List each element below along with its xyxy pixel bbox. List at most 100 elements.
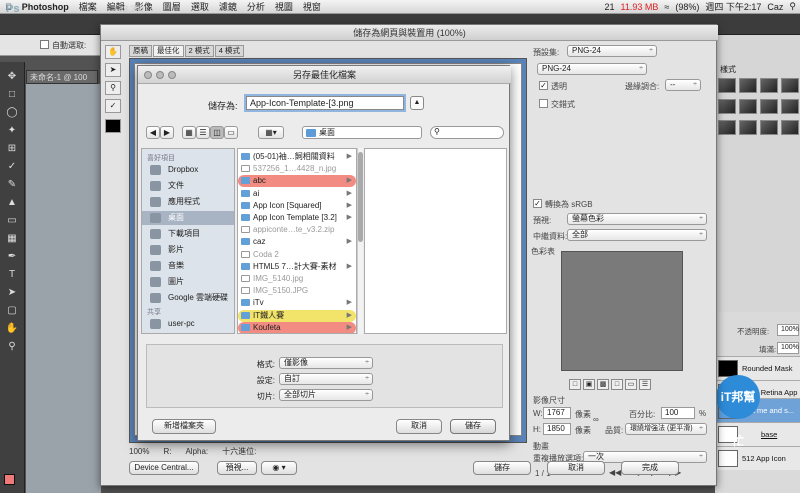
- quality-select[interactable]: 環繞增強法 (更平滑): [625, 423, 707, 435]
- frame-first-icon[interactable]: ◀◀: [609, 468, 621, 477]
- move-tool-icon[interactable]: ✥: [4, 70, 20, 84]
- eraser-tool-icon[interactable]: ▭: [4, 214, 20, 228]
- user-name[interactable]: Caz: [767, 2, 783, 12]
- preview-button[interactable]: 預視...: [217, 461, 257, 475]
- sidebar-item-google-drive[interactable]: Google 雲端硬碟: [142, 291, 234, 305]
- file-row[interactable]: Coda 2: [238, 249, 356, 261]
- save-button[interactable]: 儲存: [450, 419, 496, 434]
- file-row[interactable]: IT鐵人賽 ▶: [238, 309, 356, 322]
- style-swatch[interactable]: [718, 99, 736, 114]
- menu-view[interactable]: 視圖: [270, 0, 298, 13]
- auto-select-checkbox[interactable]: [40, 40, 49, 49]
- icon-view-icon[interactable]: ▦: [182, 126, 196, 139]
- format-select[interactable]: 僅影像: [279, 357, 373, 369]
- search-input[interactable]: ⚲: [430, 126, 504, 139]
- fill-input[interactable]: 100%: [777, 342, 799, 354]
- menu-icon[interactable]: ☰: [639, 379, 651, 390]
- file-row[interactable]: ai ▶: [238, 188, 356, 200]
- foreground-color-swatch[interactable]: [4, 474, 15, 485]
- marquee-tool-icon[interactable]: □: [4, 88, 20, 102]
- styles-panel-title[interactable]: 樣式: [720, 64, 736, 75]
- new-folder-button[interactable]: 新增檔案夾: [152, 419, 216, 434]
- tab-2up[interactable]: 2 模式: [184, 45, 214, 57]
- sfw-cancel-button[interactable]: 取消: [547, 461, 605, 475]
- layer-row[interactable]: 512 App Icon: [715, 446, 800, 470]
- brush-tool-icon[interactable]: ✎: [4, 178, 20, 192]
- menu-filter[interactable]: 濾鏡: [214, 0, 242, 13]
- gradient-tool-icon[interactable]: ▦: [4, 232, 20, 246]
- percent-input[interactable]: 100: [661, 407, 695, 419]
- tab-original[interactable]: 原稿: [129, 45, 152, 57]
- clock[interactable]: 週四 下午2:17: [705, 0, 761, 13]
- layer-row[interactable]: base: [715, 422, 800, 446]
- file-row[interactable]: 537256_1…4428_n.jpg: [238, 163, 356, 175]
- sidebar-item-user-pc[interactable]: user-pc: [142, 317, 234, 331]
- sidebar-item-applications[interactable]: 應用程式: [142, 195, 234, 209]
- device-central-button[interactable]: Device Central...: [129, 461, 199, 475]
- file-row[interactable]: Koufeta ▶: [238, 321, 356, 333]
- pen-tool-icon[interactable]: ✒: [4, 250, 20, 264]
- close-window-icon[interactable]: [144, 71, 152, 79]
- crop-tool-icon[interactable]: ⊞: [4, 142, 20, 156]
- coverflow-view-icon[interactable]: ▭: [224, 126, 238, 139]
- menu-window[interactable]: 視窗: [298, 0, 326, 13]
- map-color-icon[interactable]: □: [569, 379, 581, 390]
- style-swatch[interactable]: [718, 78, 736, 93]
- metadata-select[interactable]: 全部: [567, 229, 707, 241]
- slices-select[interactable]: 全部切片: [279, 389, 373, 401]
- memory-indicator[interactable]: 11.93 MB: [621, 2, 659, 12]
- filename-input[interactable]: App-Icon-Template-[3.png: [246, 96, 404, 110]
- eyedropper-tool-icon[interactable]: ✓: [105, 99, 121, 113]
- format-select[interactable]: PNG-24: [537, 63, 647, 75]
- zoom-tool-icon[interactable]: ⚲: [4, 340, 20, 354]
- style-swatch[interactable]: [760, 99, 778, 114]
- lasso-tool-icon[interactable]: ◯: [4, 106, 20, 120]
- file-row[interactable]: App Icon [Squared] ▶: [238, 200, 356, 212]
- style-swatch[interactable]: [781, 99, 799, 114]
- file-scrollbar[interactable]: [357, 148, 363, 334]
- matte-select[interactable]: --: [665, 79, 701, 91]
- zoom-window-icon[interactable]: [168, 71, 176, 79]
- file-row[interactable]: IMG_5150.JPG: [238, 285, 356, 297]
- link-icon[interactable]: ∞: [593, 415, 599, 424]
- width-input[interactable]: 1767: [543, 407, 571, 419]
- file-row[interactable]: HTML5 7…計大賽-素材 ▶: [238, 261, 356, 273]
- slice-select-tool-icon[interactable]: ➤: [105, 63, 121, 77]
- battery-percent[interactable]: (98%): [675, 2, 699, 12]
- color-table[interactable]: [561, 251, 683, 371]
- notification-count[interactable]: 21: [605, 2, 615, 12]
- preset-select[interactable]: PNG-24: [567, 45, 657, 57]
- hand-tool-icon[interactable]: ✋: [4, 322, 20, 336]
- eyedropper-tool-icon[interactable]: ✓: [4, 160, 20, 174]
- browser-select[interactable]: ◉ ▾: [261, 461, 297, 475]
- transparency-checkbox[interactable]: ✓: [539, 81, 548, 90]
- file-row[interactable]: IMG_5140.jpg: [238, 273, 356, 285]
- interlaced-checkbox[interactable]: [539, 99, 548, 108]
- zoom-tool-icon[interactable]: ⚲: [105, 81, 121, 95]
- preview-select[interactable]: 螢幕色彩: [567, 213, 707, 225]
- hand-tool-icon[interactable]: ✋: [105, 45, 121, 59]
- eyedropper-color-swatch[interactable]: [105, 119, 121, 133]
- sidebar-item-dropbox[interactable]: Dropbox: [142, 163, 234, 177]
- file-row[interactable]: App Icon Template [3.2] ▶: [238, 212, 356, 224]
- sidebar-item-desktop[interactable]: 桌面: [142, 211, 234, 225]
- style-swatch[interactable]: [718, 120, 736, 135]
- search-icon[interactable]: ⚲: [789, 1, 796, 12]
- sfw-done-button[interactable]: 完成: [621, 461, 679, 475]
- type-tool-icon[interactable]: T: [4, 268, 20, 282]
- menu-analysis[interactable]: 分析: [242, 0, 270, 13]
- style-swatch[interactable]: [781, 120, 799, 135]
- arrange-menu-icon[interactable]: ▦▾: [258, 126, 284, 139]
- expand-toggle-button[interactable]: ▲: [410, 96, 424, 110]
- style-swatch[interactable]: [739, 99, 757, 114]
- sidebar-item-music[interactable]: 音樂: [142, 259, 234, 273]
- style-swatch[interactable]: [739, 120, 757, 135]
- lock-color-icon[interactable]: ▩: [597, 379, 609, 390]
- minimize-window-icon[interactable]: [156, 71, 164, 79]
- tab-optimized[interactable]: 最佳化: [153, 45, 184, 57]
- column-view-icon[interactable]: ◫: [210, 126, 224, 139]
- sidebar-item-downloads[interactable]: 下載項目: [142, 227, 234, 241]
- new-color-icon[interactable]: □: [611, 379, 623, 390]
- list-view-icon[interactable]: ☰: [196, 126, 210, 139]
- zoom-level[interactable]: 33.3%: [118, 4, 144, 14]
